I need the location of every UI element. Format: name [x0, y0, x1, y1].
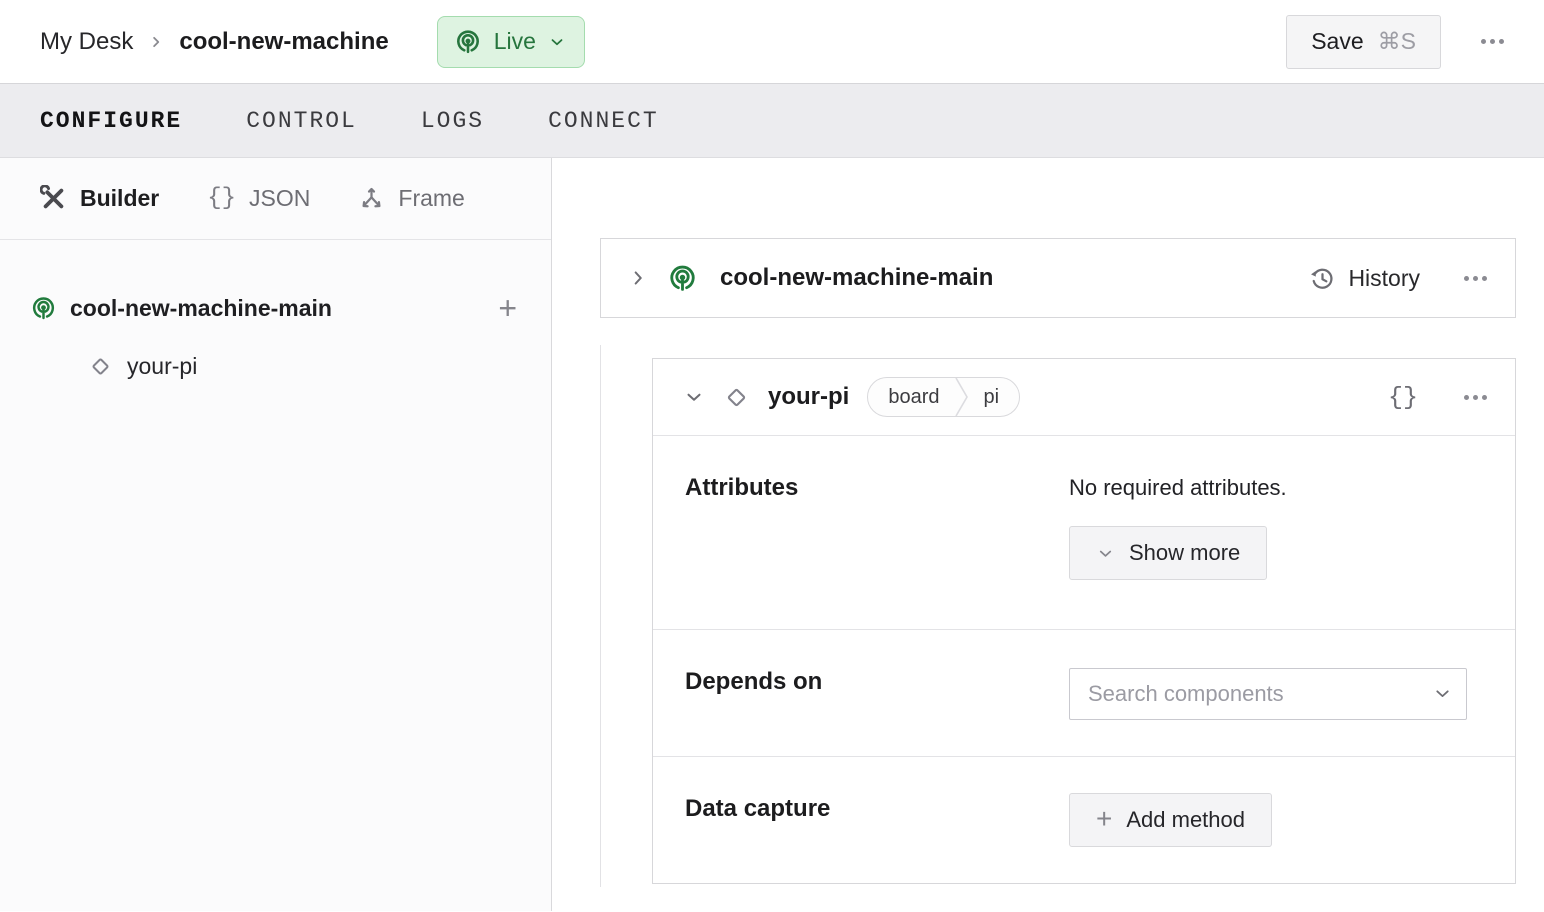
part-card-title: cool-new-machine-main: [720, 264, 994, 291]
component-model: pi: [983, 385, 1000, 408]
depends-on-select: [1069, 668, 1467, 720]
chevron-down-icon: [548, 33, 566, 51]
tab-configure[interactable]: CONFIGURE: [40, 108, 182, 134]
add-component-button[interactable]: +: [498, 292, 517, 324]
component-menu-icon[interactable]: [1464, 394, 1487, 400]
tree-item-main-part[interactable]: cool-new-machine-main +: [0, 280, 551, 336]
expand-part-chevron-right-icon[interactable]: [627, 267, 649, 289]
component-diamond-icon: [88, 354, 113, 379]
json-braces-icon: {}: [207, 185, 237, 212]
collapse-chevron-down-icon[interactable]: [683, 386, 705, 408]
attributes-label: Attributes: [685, 474, 799, 501]
add-method-label: Add method: [1126, 807, 1245, 832]
component-type: board: [888, 385, 940, 408]
tab-control[interactable]: CONTROL: [246, 108, 357, 134]
badge-divider-icon: [955, 378, 969, 416]
breadcrumb-parent[interactable]: My Desk: [40, 28, 133, 56]
tree-item-your-pi[interactable]: your-pi: [0, 338, 551, 394]
component-diamond-icon: [723, 384, 750, 411]
save-button[interactable]: Save ⌘S: [1286, 14, 1441, 69]
depends-on-section: Depends on: [653, 629, 1515, 756]
workspace: Builder {} JSON Frame cool-new-machine-m…: [0, 158, 1544, 911]
component-json-toggle[interactable]: {}: [1388, 383, 1418, 412]
tab-logs[interactable]: LOGS: [421, 108, 484, 134]
data-capture-section: Data capture + Add method: [653, 756, 1515, 883]
machine-status-dropdown[interactable]: Live: [436, 15, 585, 68]
component-card-header: your-pi board pi {}: [653, 359, 1515, 435]
tree-item-main-part-label: cool-new-machine-main: [70, 294, 332, 321]
sidebar: Builder {} JSON Frame cool-new-machine-m…: [0, 158, 552, 911]
mode-tab-frame-label: Frame: [398, 185, 465, 211]
save-label: Save: [1311, 28, 1364, 54]
part-card-menu-icon[interactable]: [1464, 275, 1487, 281]
chevron-down-icon: [1096, 544, 1115, 563]
viam-logo-icon: [454, 28, 482, 56]
history-label: History: [1348, 264, 1420, 291]
machine-part-tree: cool-new-machine-main + your-pi: [0, 240, 551, 394]
mode-tab-builder-label: Builder: [80, 185, 160, 211]
mode-tab-json-label: JSON: [249, 185, 311, 211]
history-clock-icon: [1309, 265, 1336, 292]
attributes-empty-text: No required attributes.: [1069, 475, 1287, 500]
topbar-overflow-menu-icon[interactable]: [1481, 39, 1504, 44]
builder-tools-icon: [40, 185, 67, 212]
viam-part-icon: [667, 263, 698, 294]
add-method-button[interactable]: + Add method: [1069, 793, 1272, 847]
attributes-section: Attributes No required attributes. Show …: [653, 435, 1515, 629]
frame-axes-icon: [358, 185, 385, 212]
data-capture-label: Data capture: [685, 795, 831, 822]
component-title: your-pi: [768, 383, 850, 410]
main-tab-bar: CONFIGURE CONTROL LOGS CONNECT: [0, 84, 1544, 158]
depends-on-label: Depends on: [685, 668, 823, 695]
show-more-button[interactable]: Show more: [1069, 526, 1268, 580]
config-content: cool-new-machine-main History your-pi bo…: [552, 158, 1544, 911]
breadcrumb: My Desk cool-new-machine: [40, 28, 389, 56]
mode-tab-frame[interactable]: Frame: [358, 185, 465, 212]
show-more-label: Show more: [1129, 540, 1241, 565]
tree-item-your-pi-label: your-pi: [127, 352, 198, 379]
breadcrumb-separator-icon: [147, 33, 165, 51]
part-card: cool-new-machine-main History: [600, 238, 1516, 318]
component-card: your-pi board pi {} Attributes No requir…: [652, 358, 1516, 884]
history-button[interactable]: History: [1309, 265, 1420, 292]
save-shortcut: ⌘S: [1377, 28, 1416, 54]
tab-connect[interactable]: CONNECT: [548, 108, 659, 134]
mode-tab-json[interactable]: {} JSON: [207, 185, 310, 212]
viam-part-icon: [30, 295, 57, 322]
plus-icon: +: [1096, 802, 1113, 834]
top-bar: My Desk cool-new-machine Live Save ⌘S: [0, 0, 1544, 84]
tree-connector-line: [600, 345, 601, 887]
breadcrumb-current: cool-new-machine: [179, 27, 389, 55]
live-status-label: Live: [493, 28, 536, 54]
config-mode-tabs: Builder {} JSON Frame: [0, 158, 551, 240]
component-type-badge: board pi: [867, 377, 1021, 417]
mode-tab-builder[interactable]: Builder: [40, 185, 159, 212]
search-components-input[interactable]: [1069, 668, 1467, 720]
